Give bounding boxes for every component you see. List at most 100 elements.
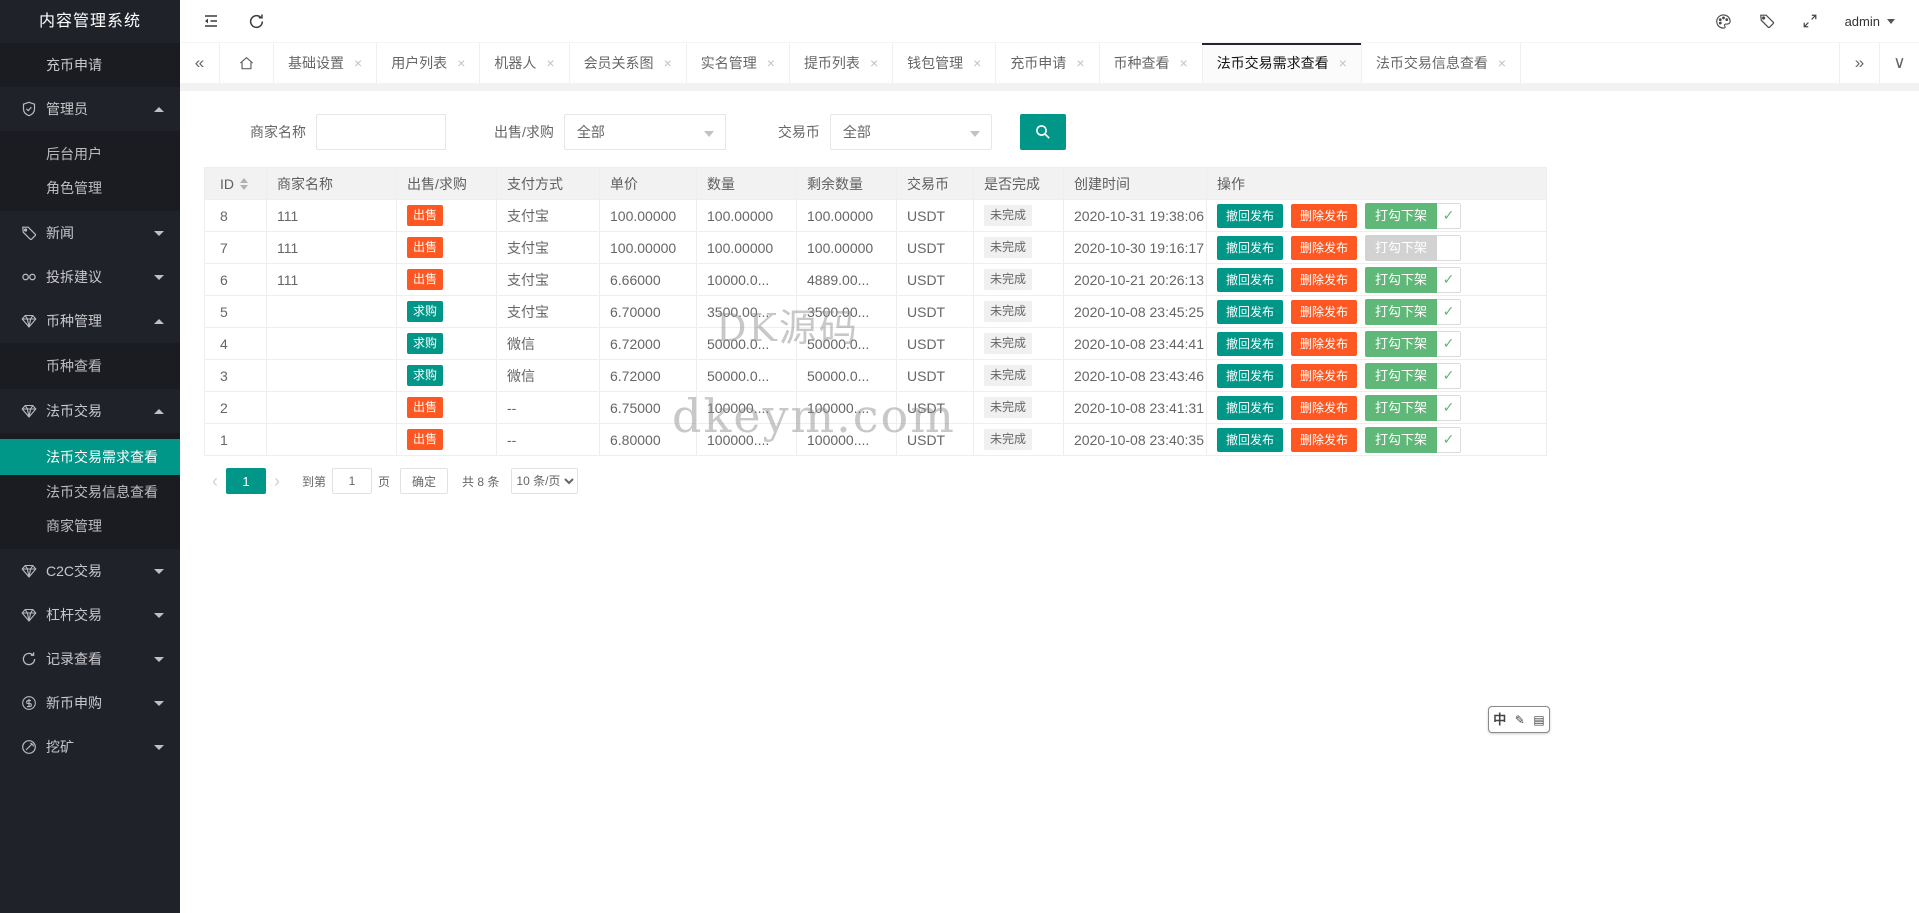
current-page-button[interactable]: 1 [226, 468, 266, 494]
tab[interactable]: 实名管理× [687, 43, 790, 83]
close-icon[interactable]: × [1076, 56, 1084, 70]
take-down-button[interactable]: 打勾下架 [1365, 363, 1437, 389]
recall-publish-button[interactable]: 撤回发布 [1217, 364, 1283, 388]
sidebar-subitem[interactable]: 角色管理 [0, 171, 180, 205]
take-down-control[interactable]: 打勾下架✓ [1365, 363, 1461, 389]
recall-publish-button[interactable]: 撤回发布 [1217, 204, 1283, 228]
take-down-button[interactable]: 打勾下架 [1365, 299, 1437, 325]
tab[interactable]: 机器人× [480, 43, 569, 83]
sidebar-group[interactable]: 新闻 [0, 211, 180, 255]
sidebar-subitem-active[interactable]: 法币交易需求查看 [0, 439, 180, 475]
tabs-scroll-right-icon[interactable]: » [1839, 43, 1879, 83]
sidebar-subitem[interactable]: 法币交易信息查看 [0, 475, 180, 509]
take-down-button[interactable]: 打勾下架 [1365, 235, 1437, 261]
recall-publish-button[interactable]: 撤回发布 [1217, 428, 1283, 452]
next-page-icon[interactable]: › [266, 468, 288, 494]
take-down-control[interactable]: 打勾下架✓ [1365, 331, 1461, 357]
sidebar-subitem[interactable]: 商家管理 [0, 509, 180, 543]
search-button[interactable] [1020, 114, 1066, 150]
recall-publish-button[interactable]: 撤回发布 [1217, 236, 1283, 260]
take-down-button[interactable]: 打勾下架 [1365, 395, 1437, 421]
take-down-checkbox[interactable]: ✓ [1437, 363, 1461, 389]
merchant-name-input[interactable] [316, 114, 446, 150]
sidebar-group[interactable]: C2C交易 [0, 549, 180, 593]
delete-publish-button[interactable]: 删除发布 [1291, 364, 1357, 388]
recall-publish-button[interactable]: 撤回发布 [1217, 396, 1283, 420]
confirm-page-button[interactable]: 确定 [400, 468, 448, 494]
delete-publish-button[interactable]: 删除发布 [1291, 332, 1357, 356]
take-down-checkbox[interactable]: ✓ [1437, 395, 1461, 421]
ime-keyboard-icon[interactable]: ▤ [1533, 714, 1544, 726]
take-down-control[interactable]: 打勾下架 [1365, 235, 1461, 261]
recall-publish-button[interactable]: 撤回发布 [1217, 332, 1283, 356]
take-down-checkbox[interactable]: ✓ [1437, 203, 1461, 229]
take-down-checkbox[interactable]: ✓ [1437, 331, 1461, 357]
sidebar-group[interactable]: 投拆建议 [0, 255, 180, 299]
delete-publish-button[interactable]: 删除发布 [1291, 236, 1357, 260]
close-icon[interactable]: × [457, 56, 465, 70]
theme-palette-icon[interactable] [1715, 13, 1732, 30]
tabs-scroll-left-icon[interactable]: « [180, 43, 220, 83]
refresh-icon[interactable] [248, 13, 265, 30]
close-icon[interactable]: × [870, 56, 878, 70]
close-icon[interactable]: × [1498, 56, 1506, 70]
sidebar-group[interactable]: 管理员 [0, 87, 180, 131]
side-filter-select[interactable]: 全部 [564, 114, 726, 150]
user-menu[interactable]: admin [1845, 14, 1895, 29]
close-icon[interactable]: × [767, 56, 775, 70]
ime-toolbar[interactable]: 中 ✎ ▤ [1488, 706, 1550, 733]
tab[interactable]: 法币交易需求查看× [1203, 43, 1362, 83]
close-icon[interactable]: × [1339, 56, 1347, 70]
collapse-sidebar-icon[interactable] [202, 12, 220, 30]
take-down-button[interactable]: 打勾下架 [1365, 267, 1437, 293]
delete-publish-button[interactable]: 删除发布 [1291, 428, 1357, 452]
take-down-control[interactable]: 打勾下架✓ [1365, 203, 1461, 229]
tab[interactable]: 用户列表× [377, 43, 480, 83]
take-down-control[interactable]: 打勾下架✓ [1365, 299, 1461, 325]
close-icon[interactable]: × [973, 56, 981, 70]
page-size-select[interactable]: 10 条/页 [511, 468, 578, 494]
home-tab[interactable] [220, 43, 274, 83]
take-down-button[interactable]: 打勾下架 [1365, 427, 1437, 453]
tag-note-icon[interactable] [1759, 13, 1775, 29]
sidebar-group[interactable]: 新币申购 [0, 681, 180, 725]
tab[interactable]: 币种查看× [1100, 43, 1203, 83]
sidebar-subitem[interactable]: 后台用户 [0, 137, 180, 171]
take-down-checkbox[interactable] [1437, 235, 1461, 261]
goto-page-input[interactable] [332, 468, 372, 494]
sidebar-group[interactable]: 杠杆交易 [0, 593, 180, 637]
take-down-control[interactable]: 打勾下架✓ [1365, 267, 1461, 293]
delete-publish-button[interactable]: 删除发布 [1291, 268, 1357, 292]
take-down-button[interactable]: 打勾下架 [1365, 331, 1437, 357]
ime-language-toggle[interactable]: 中 [1493, 713, 1506, 726]
delete-publish-button[interactable]: 删除发布 [1291, 300, 1357, 324]
tab[interactable]: 提币列表× [790, 43, 893, 83]
tabs-menu-icon[interactable]: ∨ [1879, 43, 1919, 83]
take-down-button[interactable]: 打勾下架 [1365, 203, 1437, 229]
close-icon[interactable]: × [1180, 56, 1188, 70]
take-down-checkbox[interactable]: ✓ [1437, 427, 1461, 453]
close-icon[interactable]: × [354, 56, 362, 70]
sidebar-group[interactable]: 币种管理 [0, 299, 180, 343]
close-icon[interactable]: × [664, 56, 672, 70]
tab[interactable]: 充币申请× [996, 43, 1099, 83]
tab[interactable]: 法币交易信息查看× [1362, 43, 1521, 83]
delete-publish-button[interactable]: 删除发布 [1291, 396, 1357, 420]
prev-page-icon[interactable]: ‹ [204, 468, 226, 494]
tab[interactable]: 基础设置× [274, 43, 377, 83]
sidebar-group[interactable]: 法币交易 [0, 389, 180, 433]
sidebar-item[interactable]: 充币申请 [0, 43, 180, 87]
sidebar-subitem[interactable]: 币种查看 [0, 349, 180, 383]
sidebar-group[interactable]: 记录查看 [0, 637, 180, 681]
tab[interactable]: 钱包管理× [893, 43, 996, 83]
take-down-control[interactable]: 打勾下架✓ [1365, 395, 1461, 421]
recall-publish-button[interactable]: 撤回发布 [1217, 268, 1283, 292]
fullscreen-icon[interactable] [1802, 13, 1818, 29]
take-down-control[interactable]: 打勾下架✓ [1365, 427, 1461, 453]
close-icon[interactable]: × [546, 56, 554, 70]
delete-publish-button[interactable]: 删除发布 [1291, 204, 1357, 228]
sort-icon[interactable] [240, 178, 248, 190]
sidebar-group[interactable]: 挖矿 [0, 725, 180, 769]
tab[interactable]: 会员关系图× [570, 43, 687, 83]
take-down-checkbox[interactable]: ✓ [1437, 299, 1461, 325]
